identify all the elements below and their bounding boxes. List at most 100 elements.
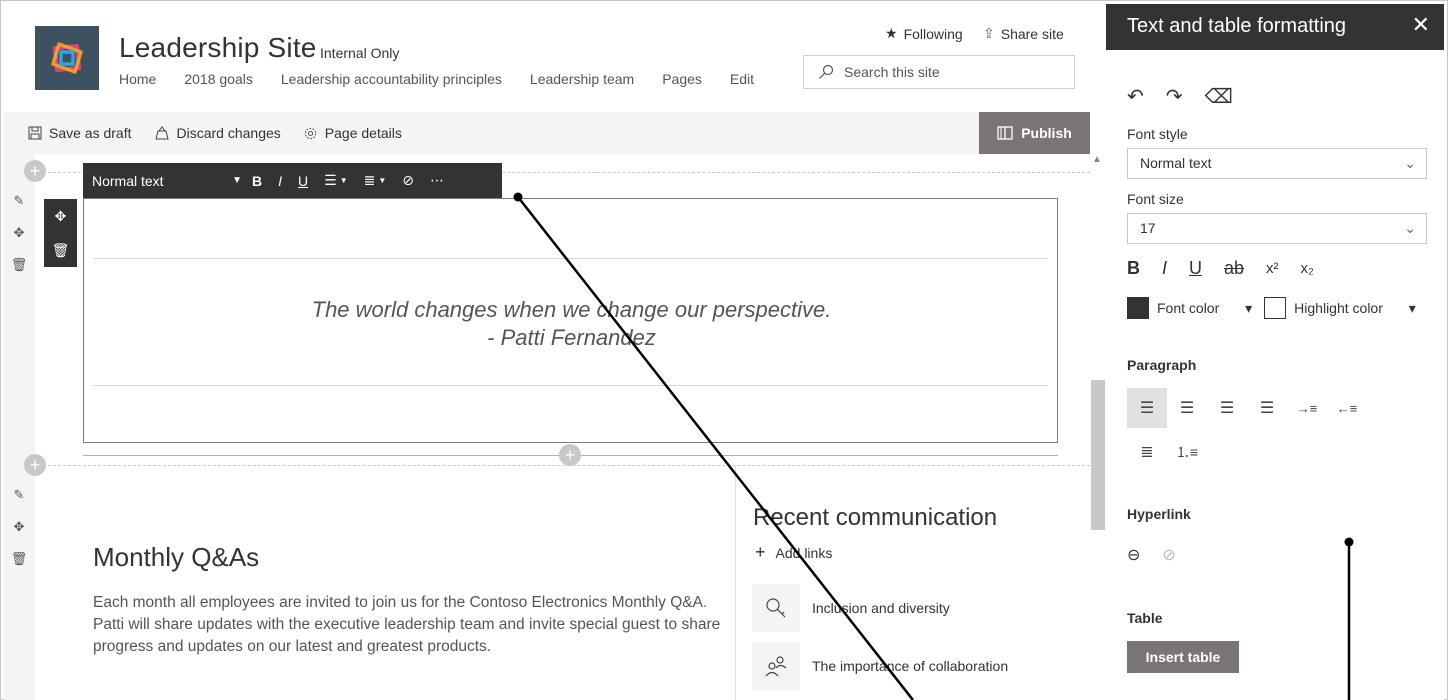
bold-icon[interactable]: B: [1127, 258, 1140, 279]
canvas-scrollbar[interactable]: ▲: [1090, 154, 1106, 700]
move-webpart-icon[interactable]: ✥: [44, 199, 77, 233]
share-site-button[interactable]: ⇪ Share site: [983, 25, 1064, 42]
key-icon: [752, 584, 800, 632]
move-section-icon-2[interactable]: ✥: [10, 518, 28, 536]
nav-edit[interactable]: Edit: [730, 71, 754, 87]
subscript-icon[interactable]: x₂: [1301, 260, 1314, 277]
search-input[interactable]: Search this site: [803, 55, 1075, 89]
add-section-top-button[interactable]: +: [24, 160, 46, 182]
following-button[interactable]: ★ Following: [885, 25, 963, 42]
highlight-color-button[interactable]: Highlight color ▾: [1294, 300, 1416, 317]
color-row: Font color ▾ Highlight color ▾: [1127, 297, 1438, 319]
site-logo[interactable]: [35, 26, 99, 90]
scroll-up-icon[interactable]: ▲: [1092, 154, 1102, 165]
underline-button[interactable]: U: [298, 173, 308, 189]
delete-section-icon-2[interactable]: 🗑: [10, 550, 28, 568]
insert-table-button[interactable]: Insert table: [1127, 641, 1239, 673]
text-style-row: B I U ab x² x₂: [1127, 258, 1336, 279]
decrease-indent-icon[interactable]: ←≡: [1327, 388, 1367, 428]
people-icon: [752, 642, 800, 690]
page-details-button[interactable]: Page details: [303, 125, 402, 141]
nav-pages[interactable]: Pages: [662, 71, 702, 87]
add-links-label: Add links: [775, 544, 833, 561]
monthly-qa-heading[interactable]: Monthly Q&As: [93, 542, 259, 573]
highlight-color-label: Highlight color: [1294, 299, 1383, 316]
font-style-dropdown[interactable]: Normal text ▼: [92, 173, 242, 189]
history-row: ↶ ↷ ⌫: [1127, 84, 1255, 109]
close-icon[interactable]: ✕: [1412, 12, 1430, 38]
clear-formatting-icon[interactable]: ⌫: [1205, 84, 1233, 109]
discard-icon: [154, 126, 169, 140]
add-section-bottom-button[interactable]: +: [24, 454, 46, 476]
quote-line-2: - Patti Fernandez: [487, 325, 656, 350]
highlight-color-swatch[interactable]: [1264, 297, 1287, 319]
site-title[interactable]: Leadership Site: [119, 32, 317, 64]
strikethrough-icon[interactable]: ab: [1224, 258, 1244, 279]
more-options-icon[interactable]: ⋯: [430, 172, 444, 189]
italic-button[interactable]: I: [278, 173, 282, 189]
nav-leadership-team[interactable]: Leadership team: [530, 71, 634, 87]
edit-section-icon-2[interactable]: ✎: [10, 486, 28, 504]
bold-button[interactable]: B: [252, 173, 262, 189]
font-color-button[interactable]: Font color ▾: [1157, 300, 1252, 317]
align-right-icon[interactable]: ☰: [1207, 388, 1247, 428]
underline-icon[interactable]: U: [1189, 258, 1202, 279]
numbered-list-icon[interactable]: ⒈≡: [1167, 432, 1207, 472]
link-item[interactable]: The importance of collaboration: [752, 642, 1008, 690]
list-dropdown-icon[interactable]: ≣ ▼: [364, 172, 387, 189]
align-left-icon[interactable]: ☰: [1127, 388, 1167, 428]
scroll-thumb[interactable]: [1091, 380, 1105, 530]
font-color-label: Font color: [1157, 299, 1220, 316]
webpart-side-toolbar: ✥ 🗑: [44, 199, 77, 267]
font-style-value: Normal text: [1140, 155, 1212, 171]
recent-communication-heading[interactable]: Recent communication: [753, 504, 997, 532]
undo-icon[interactable]: ↶: [1127, 84, 1144, 109]
delete-webpart-icon[interactable]: 🗑: [44, 233, 77, 267]
details-label: Page details: [324, 125, 402, 141]
caret-down-icon: ▼: [232, 175, 242, 186]
quote-text[interactable]: The world changes when we change our per…: [84, 296, 1059, 352]
link-icon[interactable]: ⊘: [402, 172, 414, 189]
font-style-select[interactable]: Normal text ⌄: [1127, 148, 1427, 179]
align-dropdown-icon[interactable]: ☰ ▼: [324, 172, 347, 189]
publish-button[interactable]: Publish: [979, 112, 1090, 154]
justify-icon[interactable]: ☰: [1247, 388, 1287, 428]
paragraph-align-row: ☰ ☰ ☰ ☰ →≡ ←≡: [1127, 388, 1367, 428]
italic-icon[interactable]: I: [1162, 258, 1167, 279]
discard-changes-button[interactable]: Discard changes: [154, 125, 281, 141]
save-as-draft-button[interactable]: Save as draft: [28, 125, 132, 141]
increase-indent-icon[interactable]: →≡: [1287, 388, 1327, 428]
text-webpart[interactable]: The world changes when we change our per…: [83, 198, 1058, 443]
publish-label: Publish: [1021, 125, 1072, 141]
font-color-swatch[interactable]: [1127, 297, 1149, 319]
search-icon: [819, 64, 834, 79]
move-section-icon[interactable]: ✥: [10, 224, 28, 242]
book-icon: [997, 126, 1013, 140]
font-size-select[interactable]: 17 ⌄: [1127, 213, 1427, 244]
hyperlink-row: ⊖ ⊘: [1127, 545, 1198, 565]
section-gutter: ✎ ✥ 🗑 ✎ ✥ 🗑: [4, 154, 35, 700]
divider-bottom: [93, 385, 1048, 386]
add-webpart-button[interactable]: +: [559, 444, 581, 466]
remove-link-icon: ⊘: [1162, 547, 1176, 564]
insert-link-icon[interactable]: ⊖: [1127, 545, 1140, 565]
superscript-icon[interactable]: x²: [1266, 260, 1279, 277]
search-placeholder: Search this site: [844, 64, 940, 80]
hyperlink-heading: Hyperlink: [1127, 506, 1191, 522]
nav-2018-goals[interactable]: 2018 goals: [184, 71, 253, 87]
nav-accountability-principles[interactable]: Leadership accountability principles: [281, 71, 502, 87]
list-row: ≣ ⒈≡: [1127, 432, 1207, 472]
bullet-list-icon[interactable]: ≣: [1127, 432, 1167, 472]
redo-icon[interactable]: ↷: [1166, 84, 1183, 109]
add-links-button[interactable]: + Add links: [755, 542, 832, 563]
nav-home[interactable]: Home: [119, 71, 156, 87]
chevron-down-icon: ⌄: [1404, 155, 1416, 171]
align-center-icon[interactable]: ☰: [1167, 388, 1207, 428]
monthly-qa-body[interactable]: Each month all employees are invited to …: [93, 592, 733, 658]
save-icon: [28, 126, 42, 140]
delete-section-icon[interactable]: 🗑: [10, 256, 28, 274]
link-item[interactable]: Inclusion and diversity: [752, 584, 950, 632]
table-heading: Table: [1127, 610, 1163, 626]
edit-section-icon[interactable]: ✎: [10, 192, 28, 210]
panel-header: Text and table formatting ✕: [1106, 4, 1444, 50]
